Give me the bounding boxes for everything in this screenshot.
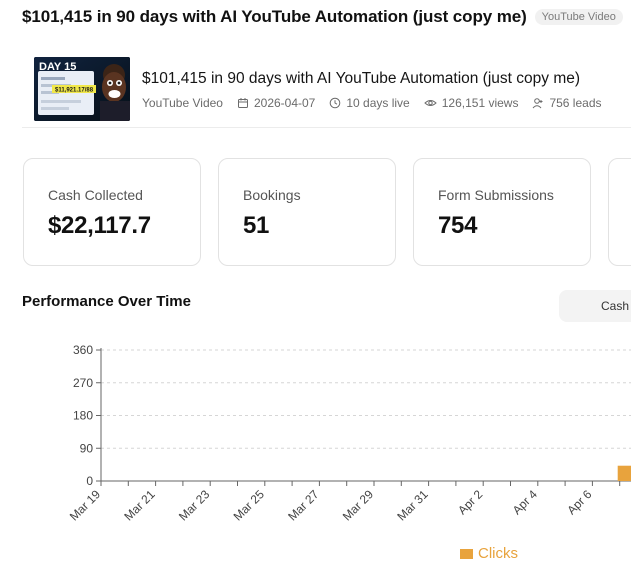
- days-live-text: 10 days live: [346, 96, 410, 110]
- metric-value: 51: [243, 212, 270, 239]
- x-tick-label: Mar 21: [121, 487, 158, 524]
- x-tick-label: Mar 19: [67, 487, 104, 524]
- video-thumbnail[interactable]: $11,921.17/88 DAY 15: [34, 57, 130, 121]
- x-tick-label: Mar 27: [285, 487, 322, 524]
- content-type-badge: YouTube Video: [534, 9, 623, 25]
- metric-card-bookings[interactable]: Bookings 51: [218, 158, 396, 266]
- legend-swatch-clicks: [460, 548, 473, 559]
- thumbnail-day-text: DAY 15: [39, 61, 76, 73]
- performance-chart: 0 90 180 270 360 Mar 19 Mar 21 Mar 23 Mar 25 Mar …: [67, 343, 631, 524]
- bar-clicks: [617, 465, 631, 481]
- clock-icon: [330, 97, 341, 109]
- x-tick-label: Mar 25: [231, 487, 268, 524]
- lead-count-text: 756 leads: [549, 96, 602, 110]
- metric-label: Form Submissions: [438, 187, 554, 203]
- thumbnail-amount-text: $11,921.17/88: [55, 88, 94, 94]
- metric-cards: Cash Collected $22,117.7 Bookings 51 For…: [22, 157, 631, 267]
- y-tick-label: 360: [73, 343, 93, 357]
- video-type: YouTube Video: [142, 96, 223, 110]
- x-tick-label: Mar 23: [176, 487, 213, 524]
- calendar-icon: [237, 98, 248, 108]
- x-tick-label: Apr 2: [455, 487, 485, 517]
- metric-toggle[interactable]: Cash: [559, 290, 631, 322]
- metric-value: 754: [438, 212, 478, 239]
- x-tick-label: Apr 4: [510, 487, 540, 517]
- y-tick-label: 90: [80, 441, 94, 455]
- publish-date-text: 2026-04-07: [253, 96, 316, 110]
- y-tick-label: 0: [86, 474, 93, 488]
- video-type-label: YouTube Video: [142, 96, 223, 110]
- days-live: 10 days live: [329, 96, 410, 110]
- publish-date: 2026-04-07: [237, 96, 315, 110]
- metric-toggle-label: Cash: [601, 299, 630, 313]
- lead-count: 756 leads: [532, 96, 602, 110]
- video-title[interactable]: $101,415 in 90 days with AI YouTube Auto…: [142, 70, 580, 88]
- x-tick-label: Mar 29: [340, 487, 377, 524]
- metric-card-form-submissions[interactable]: Form Submissions 754: [413, 158, 591, 266]
- legend-label-clicks: Clicks: [478, 545, 518, 562]
- x-tick-label: Apr 6: [564, 487, 594, 517]
- chart-legend[interactable]: Clicks: [460, 545, 518, 562]
- metric-card-cash-collected[interactable]: Cash Collected $22,117.7: [23, 158, 201, 266]
- view-count: 126,151 views: [423, 96, 519, 110]
- y-tick-label: 180: [73, 409, 93, 423]
- user-icon: [533, 98, 543, 109]
- eye-icon: [423, 100, 437, 106]
- video-meta: YouTube Video 2026-04-07 10 days live 12…: [142, 96, 602, 110]
- video-summary-row[interactable]: $11,921.17/88 DAY 15 $101,415 in 90 days…: [22, 52, 631, 128]
- x-tick-label: Mar 31: [394, 487, 431, 524]
- metric-label: Bookings: [243, 187, 301, 203]
- page-title: $101,415 in 90 days with AI YouTube Auto…: [22, 7, 527, 26]
- metric-label: Cash Collected: [48, 187, 143, 203]
- performance-title: Performance Over Time: [22, 293, 191, 310]
- view-count-text: 126,151 views: [441, 96, 519, 110]
- metric-value: $22,117.7: [48, 212, 151, 239]
- metric-card-partial[interactable]: [608, 158, 631, 266]
- page-header: $101,415 in 90 days with AI YouTube Auto…: [22, 6, 631, 28]
- y-tick-label: 270: [73, 376, 93, 390]
